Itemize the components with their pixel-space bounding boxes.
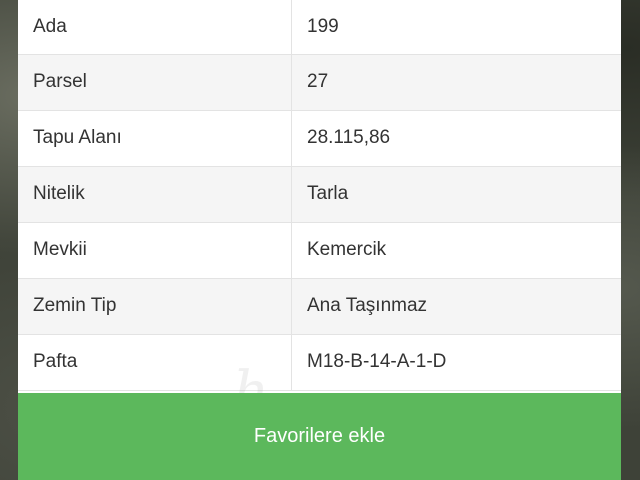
row-value-parsel: 27 xyxy=(291,54,621,111)
row-label-nitelik: Nitelik xyxy=(18,166,292,223)
row-value-mevkii: Kemercik xyxy=(291,222,621,279)
row-value-pafta: M18-B-14-A-1-D xyxy=(291,334,621,391)
add-to-favorites-button[interactable]: Favorilere ekle xyxy=(18,393,621,480)
table-row: Zemin Tip Ana Taşınmaz xyxy=(18,278,621,335)
row-label-tapu-alani: Tapu Alanı xyxy=(18,110,292,167)
table-row: Nitelik Tarla xyxy=(18,166,621,223)
row-label-zemin-tip: Zemin Tip xyxy=(18,278,292,335)
row-value-nitelik: Tarla xyxy=(291,166,621,223)
table-row: Pafta M18-B-14-A-1-D xyxy=(18,334,621,391)
row-value-ada: 199 xyxy=(291,0,621,55)
parcel-details-card: Ada 199 Parsel 27 Tapu Alanı 28.115,86 N… xyxy=(18,0,621,480)
table-row: Mevkii Kemercik xyxy=(18,222,621,279)
row-label-pafta: Pafta xyxy=(18,334,292,391)
row-value-tapu-alani: 28.115,86 xyxy=(291,110,621,167)
row-label-ada: Ada xyxy=(18,0,292,55)
row-label-parsel: Parsel xyxy=(18,54,292,111)
table-row: Ada 199 xyxy=(18,0,621,55)
table-row: Tapu Alanı 28.115,86 xyxy=(18,110,621,167)
row-label-mevkii: Mevkii xyxy=(18,222,292,279)
row-value-zemin-tip: Ana Taşınmaz xyxy=(291,278,621,335)
parcel-details-table: Ada 199 Parsel 27 Tapu Alanı 28.115,86 N… xyxy=(18,0,621,391)
table-row: Parsel 27 xyxy=(18,54,621,111)
